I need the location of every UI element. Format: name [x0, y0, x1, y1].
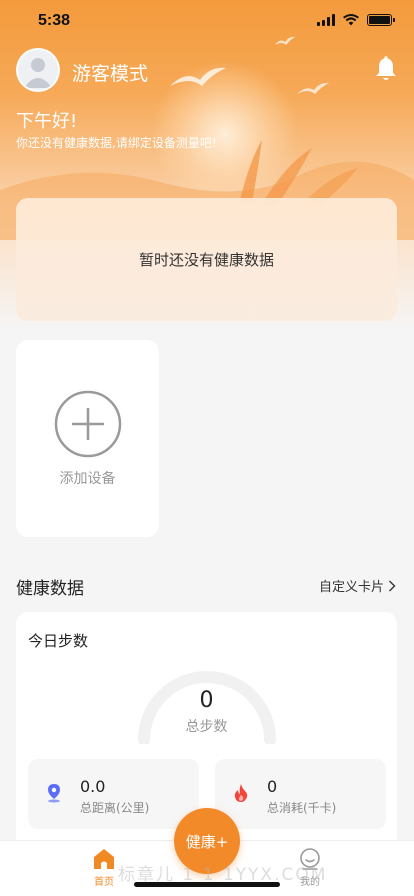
- bird-icon: [297, 82, 329, 94]
- location-pin-icon: [48, 784, 60, 803]
- empty-data-text: 暂时还没有健康数据: [138, 251, 274, 269]
- health-plus-label: 健康+: [185, 832, 229, 851]
- signal-icon: [317, 14, 335, 26]
- chevron-right-icon: [389, 580, 396, 591]
- steps-value: 0: [199, 688, 214, 713]
- custom-card-link[interactable]: 自定义卡片: [319, 576, 396, 595]
- tab-home[interactable]: 首页: [74, 847, 134, 888]
- calories-card[interactable]: 0 总消耗(千卡): [215, 759, 386, 829]
- health-plus-button[interactable]: 健康+: [174, 808, 240, 874]
- bird-icon: [170, 67, 226, 86]
- home-indicator: [134, 882, 280, 887]
- status-bar: 5:38: [0, 0, 414, 44]
- tab-mine-label: 我的: [300, 877, 320, 888]
- calories-value: 0: [267, 777, 278, 796]
- steps-label: 总步数: [185, 719, 228, 735]
- wifi-icon: [343, 14, 359, 26]
- custom-card-label: 自定义卡片: [318, 580, 384, 595]
- plus-circle-icon: [54, 390, 122, 458]
- profile-icon: [300, 848, 320, 870]
- add-device-card[interactable]: 添加设备: [16, 340, 159, 537]
- add-device-label: 添加设备: [59, 471, 116, 487]
- status-icons: [317, 14, 395, 26]
- distance-card[interactable]: 0.0 总距离(公里): [28, 759, 199, 829]
- bell-icon[interactable]: [374, 56, 398, 82]
- battery-icon: [367, 14, 395, 26]
- flame-icon: [234, 784, 248, 802]
- home-icon: [94, 849, 114, 869]
- greeting-subtitle: 你还没有健康数据,请绑定设备测量吧!: [16, 136, 217, 150]
- status-time: 5:38: [38, 12, 71, 29]
- distance-label: 总距离(公里): [80, 801, 150, 815]
- avatar[interactable]: [16, 48, 60, 92]
- health-data-card[interactable]: 暂时还没有健康数据: [16, 198, 397, 321]
- username[interactable]: 游客模式: [72, 59, 148, 86]
- tab-mine[interactable]: 我的: [280, 847, 340, 888]
- steps-card-title: 今日步数: [28, 632, 89, 650]
- distance-value: 0.0: [80, 777, 106, 796]
- section-title: 健康数据: [16, 579, 84, 599]
- greeting: 下午好!: [16, 111, 78, 132]
- user-silhouette-icon: [24, 58, 52, 88]
- tab-home-label: 首页: [94, 877, 114, 888]
- calories-label: 总消耗(千卡): [267, 801, 337, 815]
